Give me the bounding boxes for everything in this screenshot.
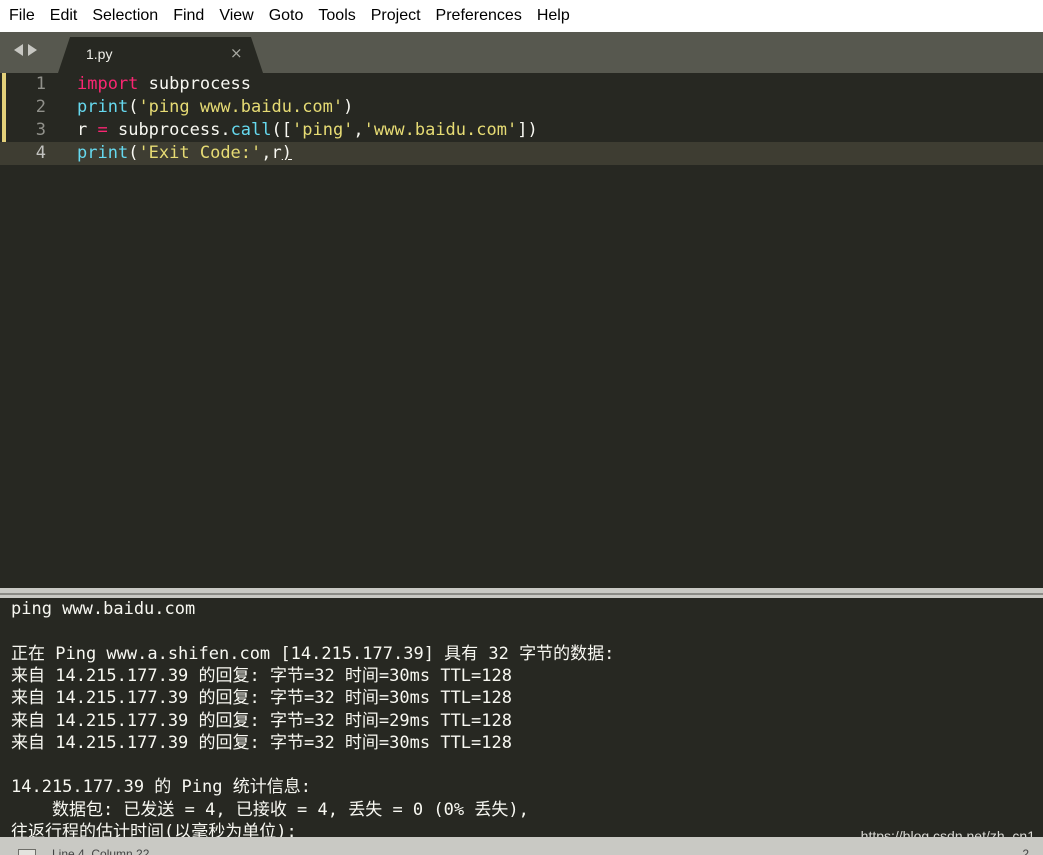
code-token: = bbox=[97, 120, 108, 140]
cursor-position: Line 4, Column 22 bbox=[52, 847, 150, 855]
output-line: 来自 14.215.177.39 的回复: 字节=32 时间=30ms TTL=… bbox=[11, 666, 512, 686]
code-text: import subprocess bbox=[77, 73, 251, 96]
code-token: 'www.baidu.com' bbox=[363, 120, 518, 140]
code-token: ]) bbox=[517, 120, 538, 140]
menu-edit[interactable]: Edit bbox=[44, 0, 84, 32]
menu-find[interactable]: Find bbox=[167, 0, 210, 32]
menu-bar: File Edit Selection Find View Goto Tools… bbox=[0, 0, 1043, 32]
code-token: print bbox=[77, 97, 129, 117]
output-line: 数据包: 已发送 = 4, 已接收 = 4, 丢失 = 0 (0% 丢失), bbox=[11, 800, 529, 820]
output-line: ping www.baidu.com bbox=[11, 599, 196, 619]
panel-icon[interactable] bbox=[18, 849, 36, 855]
build-output-panel: ping www.baidu.com 正在 Ping www.a.shifen.c… bbox=[0, 598, 1043, 837]
output-line: 往返行程的估计时间(以毫秒为单位): bbox=[11, 822, 297, 837]
code-line[interactable]: 2 print('ping www.baidu.com') bbox=[0, 96, 1043, 119]
code-token: ) bbox=[281, 143, 292, 163]
line-number: 2 bbox=[35, 97, 46, 117]
output-line: 来自 14.215.177.39 的回复: 字节=32 时间=30ms TTL=… bbox=[11, 733, 512, 753]
menu-file[interactable]: File bbox=[3, 0, 41, 32]
code-token: subprocess. bbox=[107, 120, 231, 140]
status-right: 2 bbox=[1022, 847, 1029, 855]
code-token: 'ping' bbox=[292, 120, 354, 140]
code-token: r bbox=[77, 120, 98, 140]
output-line: 正在 Ping www.a.shifen.com [14.215.177.39]… bbox=[11, 644, 615, 664]
code-token: 'Exit Code:' bbox=[138, 143, 262, 163]
output-line: 来自 14.215.177.39 的回复: 字节=32 时间=29ms TTL=… bbox=[11, 711, 512, 731]
code-token: ([ bbox=[271, 120, 292, 140]
menu-goto[interactable]: Goto bbox=[263, 0, 310, 32]
line-number: 3 bbox=[35, 120, 46, 140]
code-token: print bbox=[77, 143, 129, 163]
chevron-left-icon[interactable] bbox=[14, 44, 23, 56]
code-line[interactable]: 4 print('Exit Code:',r) bbox=[0, 142, 1043, 165]
code-text: print('Exit Code:',r) bbox=[77, 142, 292, 165]
code-line[interactable]: 3 r = subprocess.call(['ping','www.baidu.… bbox=[0, 119, 1043, 142]
output-line: 14.215.177.39 的 Ping 统计信息: bbox=[11, 777, 311, 797]
status-bar: Line 4, Column 22 2 bbox=[0, 837, 1043, 855]
code-token: 'ping www.baidu.com' bbox=[138, 97, 344, 117]
output-line: 来自 14.215.177.39 的回复: 字节=32 时间=30ms TTL=… bbox=[11, 688, 512, 708]
code-text: print('ping www.baidu.com') bbox=[77, 96, 353, 119]
code-token: subprocess bbox=[138, 74, 252, 94]
code-text: r = subprocess.call(['ping','www.baidu.c… bbox=[77, 119, 538, 142]
menu-preferences[interactable]: Preferences bbox=[430, 0, 528, 32]
tab-title: 1.py bbox=[86, 46, 113, 62]
line-number: 1 bbox=[35, 74, 46, 94]
tab-nav-arrows bbox=[14, 44, 37, 56]
menu-view[interactable]: View bbox=[213, 0, 259, 32]
tab-bar: 1.py × bbox=[0, 32, 1043, 73]
code-editor[interactable]: 1 import subprocess 2 print('ping www.baidu… bbox=[0, 73, 1043, 588]
code-token: , bbox=[353, 120, 364, 140]
code-token: call bbox=[230, 120, 272, 140]
menu-tools[interactable]: Tools bbox=[312, 0, 361, 32]
divider-line bbox=[0, 593, 1043, 595]
chevron-right-icon[interactable] bbox=[28, 44, 37, 56]
code-token: ,r bbox=[261, 143, 282, 163]
code-token: ) bbox=[343, 97, 354, 117]
panel-divider[interactable] bbox=[0, 588, 1043, 598]
code-line[interactable]: 1 import subprocess bbox=[0, 73, 1043, 96]
tab-1-py[interactable]: 1.py × bbox=[58, 37, 263, 73]
close-icon[interactable]: × bbox=[230, 44, 243, 62]
code-token: import bbox=[77, 74, 139, 94]
menu-help[interactable]: Help bbox=[531, 0, 576, 32]
line-number: 4 bbox=[35, 143, 46, 163]
code-token: ( bbox=[128, 143, 139, 163]
menu-project[interactable]: Project bbox=[365, 0, 427, 32]
menu-selection[interactable]: Selection bbox=[86, 0, 164, 32]
sublime-window: File Edit Selection Find View Goto Tools… bbox=[0, 0, 1043, 855]
code-token: ( bbox=[128, 97, 139, 117]
